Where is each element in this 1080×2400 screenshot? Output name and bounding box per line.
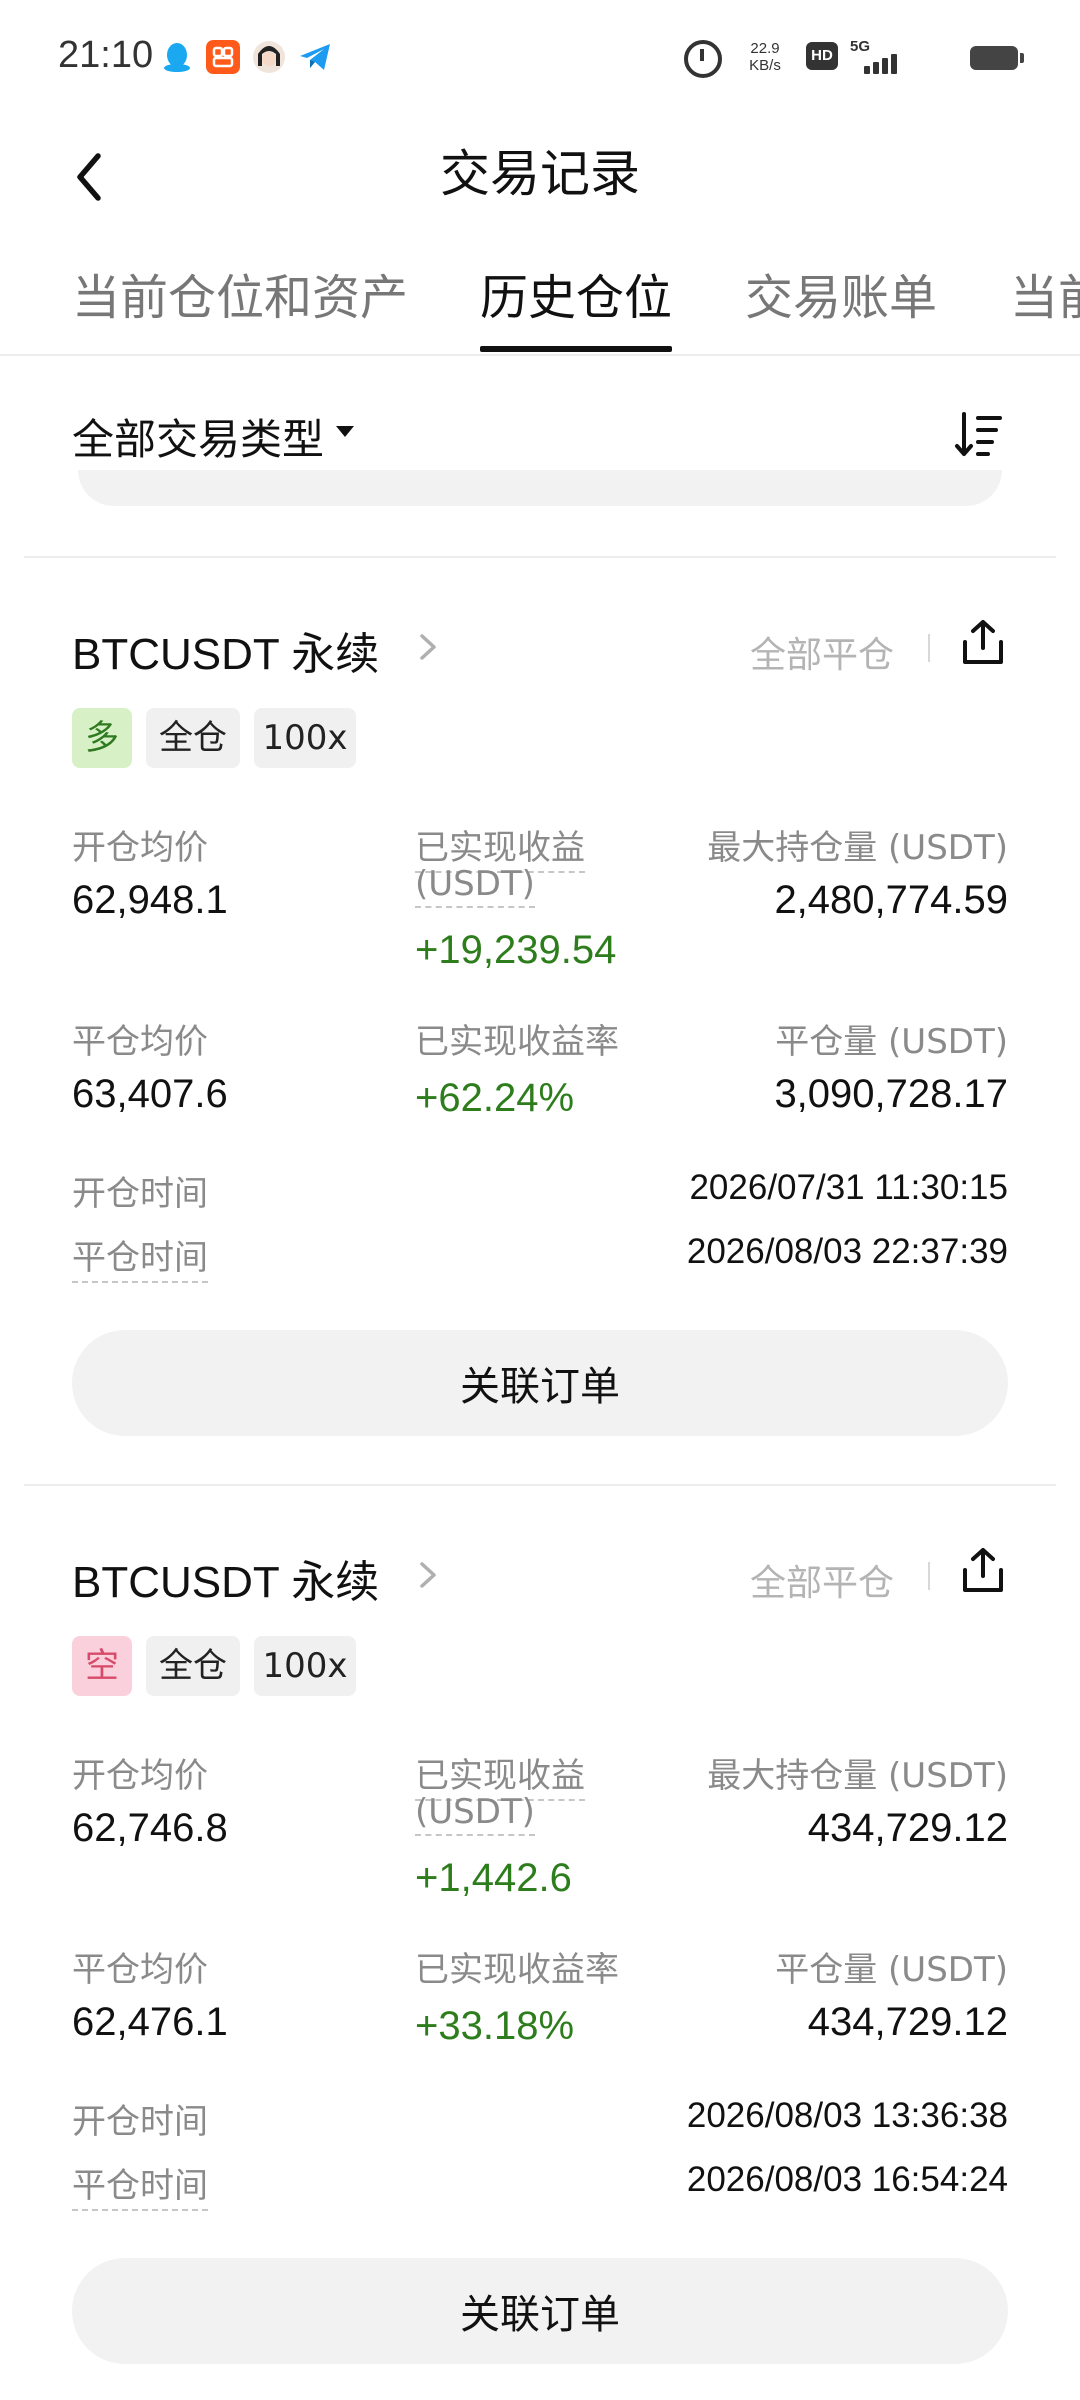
collapsed-panel-edge xyxy=(78,470,1002,506)
open-time-label: 开仓时间 xyxy=(72,2102,208,2142)
max-position-label: 最大持仓量 (USDT) xyxy=(707,828,1008,868)
max-position-label: 最大持仓量 (USDT) xyxy=(707,1756,1008,1796)
leverage-tag: 100x xyxy=(254,1636,356,1696)
separator xyxy=(928,634,930,662)
leverage-tag: 100x xyxy=(254,708,356,768)
position-card: BTCUSDT 永续 全部平仓 空 全仓 100x 开仓均价 62,746.8 … xyxy=(0,1486,1080,2386)
alarm-icon xyxy=(684,40,722,78)
position-card: BTCUSDT 永续 全部平仓 多 全仓 100x 开仓均价 62,948.1 … xyxy=(0,558,1080,1458)
realized-pnl-unit[interactable]: (USDT) xyxy=(415,1792,535,1836)
avatar-icon xyxy=(253,41,285,73)
close-volume-label: 平仓量 (USDT) xyxy=(775,1022,1008,1062)
realized-pnl-unit[interactable]: (USDT) xyxy=(415,864,535,908)
taobao-icon xyxy=(206,40,240,74)
realized-pnl-rate-label: 已实现收益率 xyxy=(415,1022,619,1062)
app-header: 交易记录 xyxy=(0,118,1080,238)
realized-pnl-rate-label: 已实现收益率 xyxy=(415,1950,619,1990)
hd-badge: HD xyxy=(806,42,838,70)
symbol-name[interactable]: BTCUSDT 永续 xyxy=(72,1546,379,1610)
close-avg-label: 平仓均价 xyxy=(72,1950,208,1990)
close-avg-value: 62,476.1 xyxy=(72,2000,228,2044)
symbol-name[interactable]: BTCUSDT 永续 xyxy=(72,618,379,682)
close-volume-value: 3,090,728.17 xyxy=(774,1072,1008,1116)
tab-trade-bills[interactable]: 交易账单 xyxy=(745,258,937,352)
sort-icon[interactable] xyxy=(954,410,1004,460)
close-time-value: 2026/08/03 16:54:24 xyxy=(686,2160,1008,2199)
tab-bar: 当前仓位和资产 历史仓位 交易账单 当前 xyxy=(0,238,1080,356)
close-time-value: 2026/08/03 22:37:39 xyxy=(686,1232,1008,1271)
caret-down-icon[interactable] xyxy=(336,426,354,437)
chevron-right-icon[interactable] xyxy=(416,1558,440,1592)
close-avg-label: 平仓均价 xyxy=(72,1022,208,1062)
separator xyxy=(928,1562,930,1590)
telegram-icon xyxy=(300,44,330,70)
open-avg-label: 开仓均价 xyxy=(72,828,208,868)
max-position-value: 434,729.12 xyxy=(807,1806,1008,1850)
open-avg-label: 开仓均价 xyxy=(72,1756,208,1796)
status-bar: 21:10 22.9 KB/s HD 5G xyxy=(0,0,1080,118)
close-status: 全部平仓 xyxy=(749,1563,894,1604)
filter-row: 全部交易类型 xyxy=(0,356,1080,466)
related-orders-button[interactable]: 关联订单 xyxy=(72,2258,1008,2364)
close-volume-label: 平仓量 (USDT) xyxy=(775,1950,1008,1990)
open-avg-value: 62,948.1 xyxy=(72,878,228,922)
share-icon[interactable] xyxy=(960,1546,1006,1594)
realized-pnl-value: +1,442.6 xyxy=(415,1856,572,1900)
trade-type-filter[interactable]: 全部交易类型 xyxy=(72,406,324,467)
close-volume-value: 434,729.12 xyxy=(807,2000,1008,2044)
close-time-label[interactable]: 平仓时间 xyxy=(72,2158,208,2211)
side-tag-long: 多 xyxy=(72,708,132,768)
side-tag-short: 空 xyxy=(72,1636,132,1696)
signal-icon: 5G xyxy=(850,38,898,74)
network-speed-value: 22.9 xyxy=(750,40,780,57)
share-icon[interactable] xyxy=(960,618,1006,666)
tab-history-positions[interactable]: 历史仓位 xyxy=(480,258,673,352)
tab-current-orders[interactable]: 当前 xyxy=(1010,258,1080,352)
open-avg-value: 62,746.8 xyxy=(72,1806,228,1850)
close-status: 全部平仓 xyxy=(749,635,894,676)
open-time-value: 2026/08/03 13:36:38 xyxy=(686,2096,1008,2135)
open-time-value: 2026/07/31 11:30:15 xyxy=(689,1168,1008,1207)
tab-current-positions[interactable]: 当前仓位和资产 xyxy=(72,258,408,352)
status-icons-right: 22.9 KB/s HD 5G xyxy=(602,36,1024,80)
page-title: 交易记录 xyxy=(440,145,640,203)
realized-pnl-rate-value: +62.24% xyxy=(415,1076,575,1120)
network-speed-unit: KB/s xyxy=(749,57,781,74)
realized-pnl-value: +19,239.54 xyxy=(415,928,617,972)
related-orders-button[interactable]: 关联订单 xyxy=(72,1330,1008,1436)
margin-mode-tag: 全仓 xyxy=(146,708,240,768)
chevron-right-icon[interactable] xyxy=(416,630,440,664)
close-time-label[interactable]: 平仓时间 xyxy=(72,1230,208,1283)
network-type: 5G xyxy=(850,38,871,55)
realized-pnl-rate-value: +33.18% xyxy=(415,2004,575,2048)
battery-icon xyxy=(970,46,1024,70)
status-time: 21:10 xyxy=(58,34,154,76)
max-position-value: 2,480,774.59 xyxy=(774,878,1008,922)
close-avg-value: 63,407.6 xyxy=(72,1072,228,1116)
qq-icon xyxy=(164,43,190,72)
network-speed: 22.9 KB/s xyxy=(740,40,790,74)
margin-mode-tag: 全仓 xyxy=(146,1636,240,1696)
open-time-label: 开仓时间 xyxy=(72,1174,208,1214)
